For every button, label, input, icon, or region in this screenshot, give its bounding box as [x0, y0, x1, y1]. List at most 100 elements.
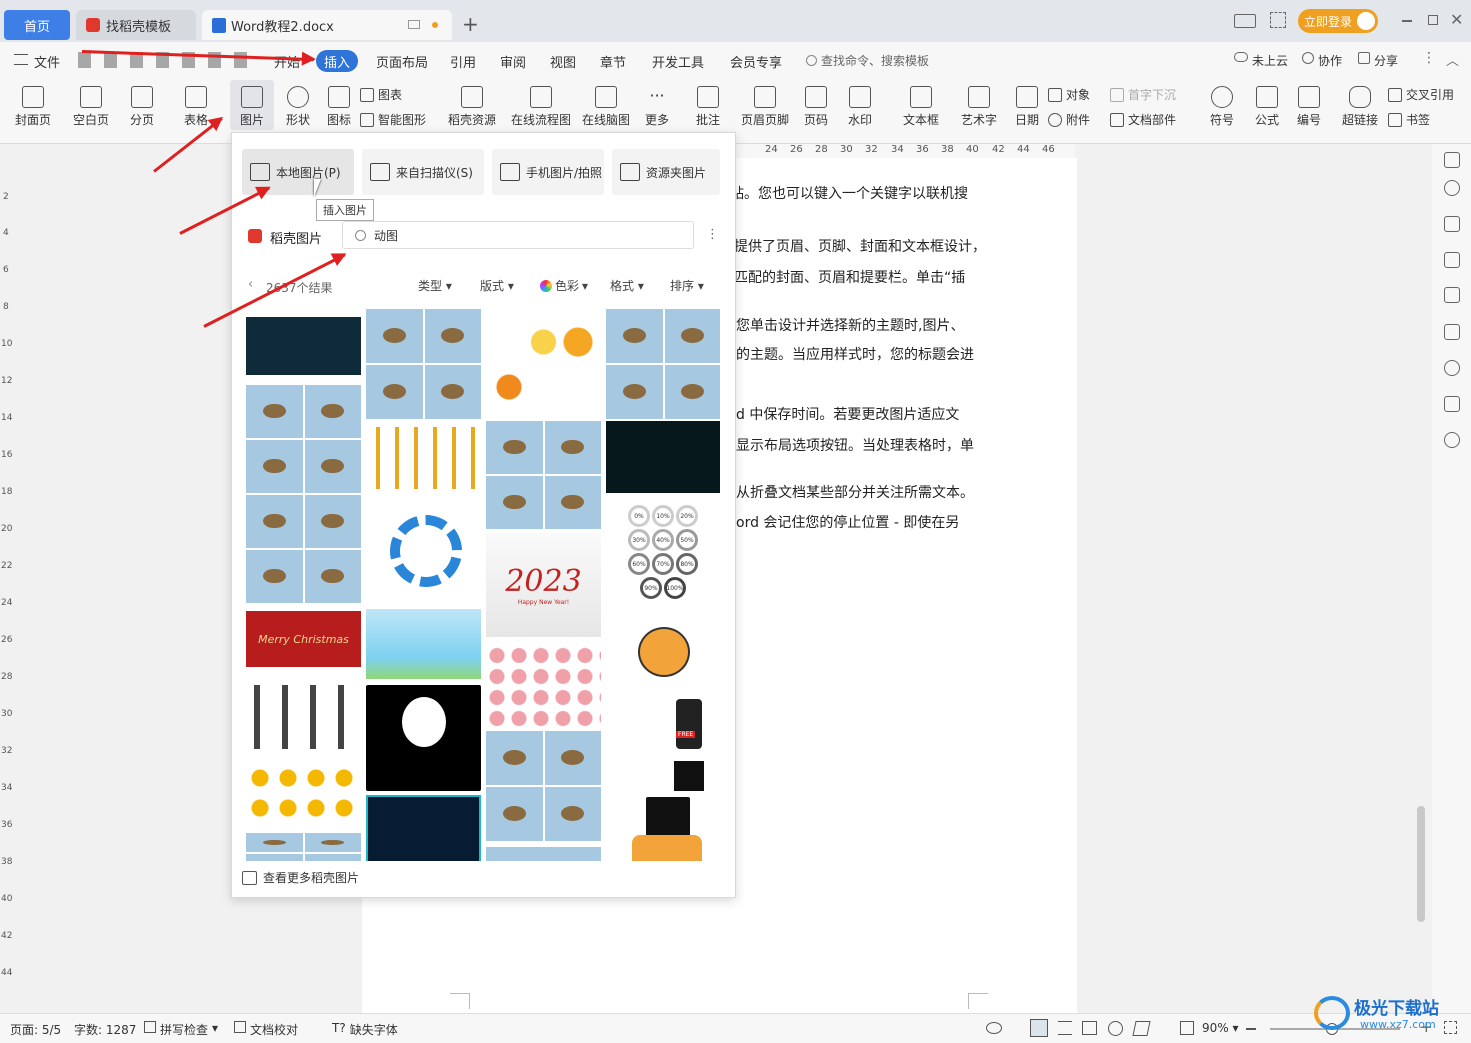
image-thumbnail[interactable] [246, 833, 361, 861]
fit-page-icon[interactable] [1180, 1021, 1194, 1035]
image-thumbnail[interactable] [366, 427, 481, 489]
wordart-button[interactable]: 艺术字 [954, 86, 1004, 128]
command-search[interactable]: 查找命令、搜索模板 [806, 52, 929, 69]
menu-chapter[interactable]: 章节 [600, 52, 626, 71]
doc-proof-button[interactable]: 文档校对 [234, 1021, 298, 1038]
pointer-icon[interactable] [1444, 252, 1460, 268]
menu-start[interactable]: 开始 [274, 52, 300, 71]
date-button[interactable]: 日期 [1010, 86, 1044, 128]
daoke-resource-button[interactable]: 稻壳资源 [446, 86, 498, 128]
minimize-icon[interactable] [1402, 20, 1412, 22]
image-thumbnail[interactable] [246, 763, 361, 829]
maximize-icon[interactable] [1428, 15, 1438, 25]
menu-layout[interactable]: 页面布局 [376, 52, 428, 71]
image-tool-icon[interactable] [1444, 324, 1460, 340]
eye-protection-icon[interactable] [986, 1022, 1002, 1034]
page-indicator[interactable]: 页面: 5/5 [10, 1021, 61, 1038]
chart-button[interactable]: 图表 [360, 86, 402, 103]
online-mindmap-button[interactable]: 在线脑图 [578, 86, 634, 128]
image-thumbnail[interactable] [246, 317, 361, 375]
missing-font-button[interactable]: T? 缺失字体 [332, 1021, 398, 1038]
image-thumbnail[interactable]: Merry Christmas [246, 611, 361, 667]
menu-review[interactable]: 审阅 [500, 52, 526, 71]
cloud-button[interactable]: 未上云 [1234, 52, 1288, 69]
shape-button[interactable]: 形状 [278, 86, 318, 128]
write-mode-icon[interactable] [1132, 1021, 1151, 1036]
page-view-icon[interactable] [1030, 1019, 1048, 1037]
image-thumbnail[interactable] [366, 795, 481, 861]
collapse-ribbon-icon[interactable]: ︿ [1446, 50, 1459, 69]
menu-insert[interactable]: 插入 [316, 50, 358, 72]
grid-apps-icon[interactable] [1270, 12, 1286, 28]
image-thumbnail[interactable] [366, 309, 481, 419]
phone-picture-button[interactable]: 手机图片/拍照 [492, 149, 604, 195]
image-thumbnail[interactable] [606, 607, 720, 691]
resource-folder-button[interactable]: 资源夹图片 [612, 149, 720, 195]
more-button[interactable]: ··· 更多 [638, 86, 676, 128]
word-count[interactable]: 字数: 1287 [74, 1021, 136, 1038]
image-thumbnail[interactable] [486, 847, 601, 861]
book-icon[interactable] [1444, 396, 1460, 412]
image-thumbnail[interactable] [246, 495, 361, 603]
scroll-thumb[interactable] [1417, 806, 1425, 922]
help-icon[interactable] [1444, 432, 1460, 448]
blank-page-button[interactable]: 空白页 [66, 86, 116, 128]
header-footer-button[interactable]: 页眉页脚 [738, 86, 792, 128]
menu-view[interactable]: 视图 [550, 52, 576, 71]
collab-button[interactable]: 协作 [1302, 52, 1342, 69]
formula-button[interactable]: 公式 [1248, 86, 1286, 128]
filter-type[interactable]: 类型 ▾ [418, 277, 452, 294]
picture-button[interactable]: 图片 [230, 80, 274, 130]
tab-home[interactable]: 首页 [4, 10, 70, 40]
sliders-icon[interactable] [1444, 287, 1460, 303]
popup-more-icon[interactable]: ⋮ [706, 227, 719, 242]
panel-icon[interactable] [1444, 152, 1460, 168]
image-thumbnail[interactable]: 0% 10% 20% 30% 40% 50% 60% 70% 80% 90% 1… [606, 501, 720, 601]
scanner-button[interactable]: 来自扫描仪(S) [362, 149, 484, 195]
filter-sort[interactable]: 排序 ▾ [670, 277, 704, 294]
location-icon[interactable] [1444, 360, 1460, 376]
layout-icon[interactable] [1234, 14, 1256, 28]
login-button[interactable]: 立即登录 [1298, 9, 1378, 33]
online-flowchart-button[interactable]: 在线流程图 [508, 86, 574, 128]
image-thumbnail[interactable] [486, 421, 601, 529]
tab-document[interactable]: Word教程2.docx [202, 10, 452, 40]
filter-layout[interactable]: 版式 ▾ [480, 277, 514, 294]
tab-template[interactable]: 找稻壳模板 [76, 10, 196, 40]
filter-format[interactable]: 格式 ▾ [610, 277, 644, 294]
attachment-button[interactable]: 附件 [1048, 111, 1090, 128]
menu-references[interactable]: 引用 [450, 52, 476, 71]
filter-color[interactable]: 色彩 ▾ [540, 277, 588, 294]
web-view-icon[interactable] [1108, 1021, 1123, 1036]
image-thumbnail[interactable] [486, 645, 601, 731]
image-thumbnail[interactable] [246, 685, 361, 749]
icon-library-button[interactable]: 图标 [322, 86, 356, 128]
watermark-button[interactable]: 水印 [840, 86, 880, 128]
page-number-button[interactable]: 页码 [796, 86, 836, 128]
image-thumbnail[interactable] [366, 609, 481, 679]
image-thumbnail[interactable]: 2023 Happy New Year! [486, 533, 601, 637]
comment-button[interactable]: 批注 [690, 86, 726, 128]
zoom-out-icon[interactable] [1246, 1028, 1256, 1030]
image-thumbnail[interactable]: FREE [606, 695, 720, 795]
close-icon[interactable]: ✕ [1450, 10, 1463, 29]
new-tab-button[interactable]: + [462, 12, 479, 36]
image-thumbnail[interactable] [366, 685, 481, 791]
bookmark-button[interactable]: 书签 [1388, 111, 1430, 128]
zoom-select[interactable]: 90% ▾ [1202, 1021, 1239, 1035]
cross-reference-button[interactable]: 交叉引用 [1388, 86, 1454, 103]
image-thumbnail[interactable] [606, 421, 720, 493]
doc-part-button[interactable]: 文档部件 [1110, 111, 1176, 128]
image-thumbnail[interactable] [366, 503, 481, 603]
image-thumbnail[interactable] [486, 317, 601, 417]
hamburger-icon[interactable] [14, 54, 28, 65]
menu-developer[interactable]: 开发工具 [652, 52, 704, 71]
pen-icon[interactable] [1444, 216, 1460, 232]
more-daoke-link[interactable]: 查看更多稻壳图片 [242, 869, 359, 886]
image-thumbnail[interactable] [486, 731, 601, 841]
smartart-button[interactable]: 智能图形 [360, 111, 426, 128]
monitor-icon[interactable] [408, 20, 420, 29]
cover-page-button[interactable]: 封面页 [10, 86, 56, 128]
object-button[interactable]: 对象 [1048, 86, 1090, 103]
image-thumbnail[interactable] [246, 385, 361, 493]
